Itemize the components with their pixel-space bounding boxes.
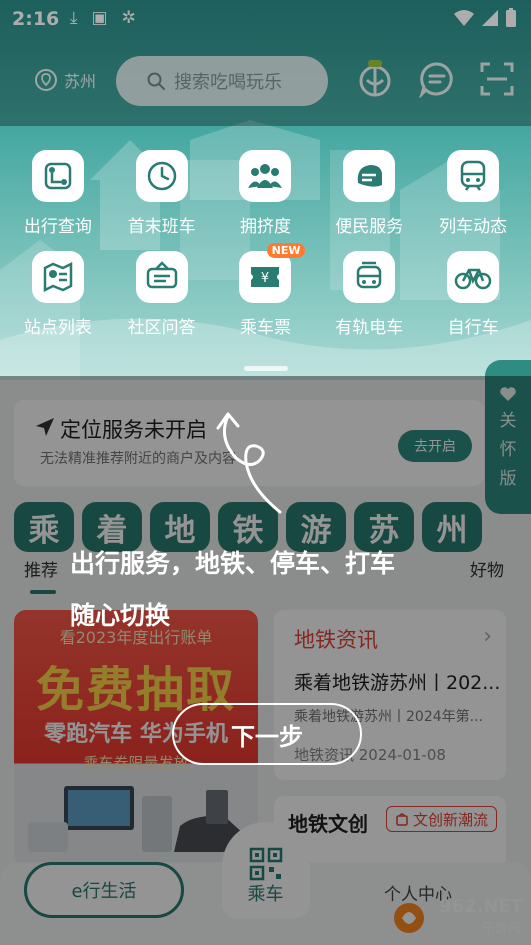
scan-icon[interactable] — [478, 60, 516, 98]
svg-text:¥: ¥ — [261, 271, 269, 286]
qrcode-icon[interactable] — [248, 846, 284, 882]
quick-service-item[interactable]: ¥ NEW 乘车票 — [214, 243, 318, 338]
quick-service-item[interactable]: 拥挤度 — [214, 150, 318, 237]
search-bar[interactable]: 搜索吃喝玩乐 — [116, 56, 328, 106]
bottom-tab-bar: e行生活 乘车 个人中心 962.NET 乐游网 — [0, 822, 531, 945]
next-step-label: 下一步 — [231, 722, 303, 751]
prize-products-image — [28, 786, 244, 852]
route-icon — [31, 150, 84, 202]
quick-service-grid: 出行查询 首末班车 拥挤度 便民服务 列车动态 站点列表 社区问答 ¥ NEW … — [0, 150, 531, 338]
culture-title: 地铁文创 — [288, 812, 368, 836]
quick-service-label: 乘车票 — [239, 318, 291, 338]
slogan-char: 州 — [422, 502, 482, 552]
download-icon: ⤓ — [70, 8, 78, 28]
location-subtitle: 无法精准推荐附近的商户及内容 — [40, 451, 236, 467]
watermark-cn: 乐游网 — [481, 922, 521, 937]
station-map-icon — [31, 251, 84, 303]
search-icon — [147, 72, 165, 90]
signal-icon — [482, 10, 498, 26]
quick-service-label: 出行查询 — [23, 217, 92, 237]
train-icon — [447, 150, 500, 202]
care-mode-tab[interactable]: 关 怀 版 — [485, 360, 531, 514]
quick-service-label: 有轨电车 — [335, 318, 404, 338]
tab-goods[interactable]: 好物 — [470, 556, 504, 581]
active-tab-indicator — [30, 590, 56, 594]
crowd-icon — [239, 150, 292, 202]
quick-service-item[interactable]: 社区问答 — [110, 251, 214, 338]
quick-service-item[interactable]: 出行查询 — [6, 150, 110, 237]
quick-service-label: 便民服务 — [335, 217, 404, 237]
message-icon[interactable] — [418, 60, 456, 98]
navigation-arrow-icon — [36, 418, 54, 436]
system-icons — [453, 8, 517, 28]
quick-service-item[interactable]: 自行车 — [421, 251, 525, 338]
quick-service-label: 自行车 — [447, 318, 499, 338]
service-icon — [343, 150, 396, 202]
enable-location-button[interactable]: 去开启 — [398, 430, 472, 462]
city-name: 苏州 — [64, 72, 97, 91]
quick-service-label: 首末班车 — [127, 217, 196, 237]
quick-service-row-2: 站点列表 社区问答 ¥ NEW 乘车票 有轨电车 自行车 — [0, 243, 531, 338]
wifi-icon — [454, 10, 474, 26]
guide-text-line1: 出行服务，地铁、停车、打车 — [70, 549, 396, 578]
quick-service-item[interactable]: 首末班车 — [110, 150, 214, 237]
tram-icon — [343, 251, 396, 303]
quick-service-item[interactable]: 便民服务 — [317, 150, 421, 237]
guide-text-line2: 随心切换 — [70, 601, 171, 630]
search-placeholder: 搜索吃喝玩乐 — [174, 72, 282, 93]
watermark-net: 962.NET — [438, 896, 523, 917]
quick-service-item[interactable]: 列车动态 — [421, 150, 525, 237]
quick-service-label: 站点列表 — [23, 318, 92, 338]
care-mode-char: 关 — [499, 411, 517, 431]
guide-arrow-icon — [216, 412, 282, 514]
app-notification-icon: ▣ — [91, 8, 108, 28]
bug-icon: ✲ — [121, 8, 136, 28]
quick-service-label: 拥挤度 — [239, 217, 291, 237]
quick-service-label: 列车动态 — [439, 217, 508, 237]
quick-service-row-1: 出行查询 首末班车 拥挤度 便民服务 列车动态 — [0, 150, 531, 237]
next-step-button[interactable]: 下一步 — [172, 703, 362, 765]
bicycle-icon — [447, 251, 500, 303]
metro-logo-icon[interactable] — [356, 60, 394, 98]
bag-icon — [396, 813, 408, 826]
status-bar: 2:16 ⤓ ▣ ✲ — [0, 0, 531, 38]
notification-icons: ⤓ ▣ ✲ — [70, 8, 136, 28]
new-badge: NEW — [266, 243, 306, 258]
city-selector[interactable]: 苏州 — [34, 68, 96, 92]
news-title: 地铁资讯 — [294, 628, 378, 652]
status-time: 2:16 — [12, 8, 60, 30]
carousel-indicator — [244, 366, 288, 371]
top-bar: 苏州 搜索吃喝玩乐 — [0, 52, 531, 108]
culture-tag-label: 文创新潮流 — [413, 810, 489, 829]
quick-service-item[interactable]: 站点列表 — [6, 251, 110, 338]
battery-icon — [506, 8, 516, 27]
heart-icon — [500, 387, 516, 401]
location-title: 定位服务未开启 — [60, 418, 207, 442]
quick-service-item[interactable]: 有轨电车 — [317, 251, 421, 338]
care-mode-char: 怀 — [499, 440, 517, 460]
news-headline: 乘着地铁游苏州丨202... — [294, 672, 501, 694]
care-mode-char: 版 — [499, 469, 517, 489]
ticket-icon: ¥ NEW — [239, 243, 306, 303]
clock-icon — [135, 150, 188, 202]
culture-tag: 文创新潮流 — [386, 806, 498, 832]
quick-service-label: 社区问答 — [127, 318, 196, 338]
chevron-right-icon: › — [483, 624, 492, 649]
qa-icon — [135, 251, 188, 303]
slogan-char: 乘 — [14, 502, 74, 552]
location-pin-icon — [35, 69, 57, 91]
